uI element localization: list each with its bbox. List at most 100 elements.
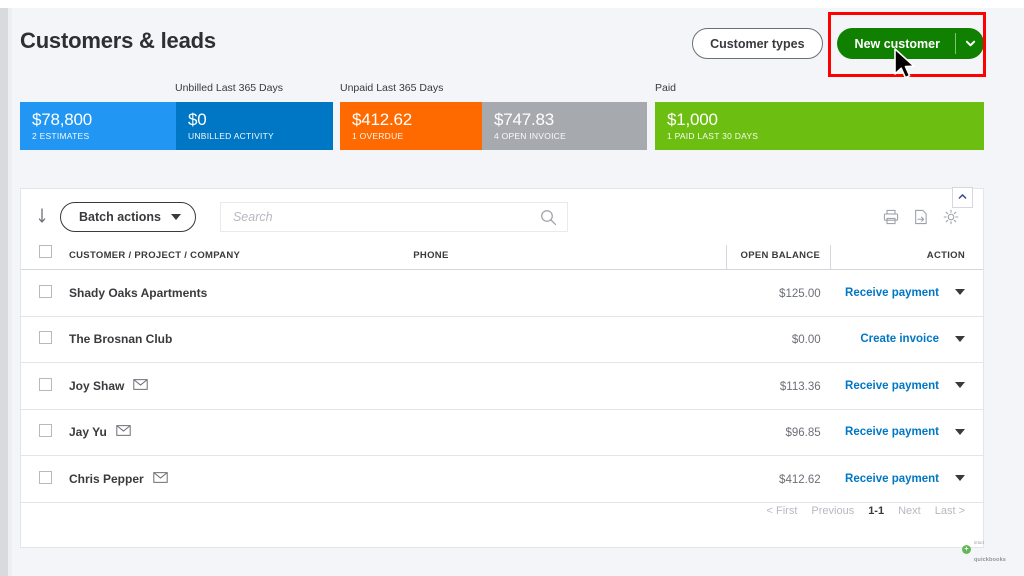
intuit-logo-mark: + (961, 544, 971, 554)
kpi-sublabel: 4 OPEN INVOICE (494, 130, 566, 141)
row-phone-cell (413, 409, 727, 456)
search-icon[interactable] (540, 209, 557, 231)
row-action-cell: Receive payment (830, 455, 983, 503)
column-header-action: ACTION (830, 245, 983, 270)
header-actions: Customer types New customer (692, 28, 984, 59)
row-phone-cell (413, 269, 727, 317)
row-customer-cell: Jay Yu (68, 409, 414, 456)
select-all-checkbox[interactable] (39, 245, 52, 258)
column-header-customer[interactable]: CUSTOMER / PROJECT / COMPANY (68, 245, 414, 270)
pagination-last[interactable]: Last > (935, 505, 965, 517)
table-row[interactable]: Chris Pepper $412.62 Receive payment (21, 455, 983, 503)
select-all-cell (21, 245, 69, 270)
page-title: Customers & leads (20, 28, 216, 53)
customer-name[interactable]: The Brosnan Club (69, 332, 172, 346)
table-row[interactable]: Joy Shaw $113.36 Receive payment (21, 362, 983, 410)
pagination-first[interactable]: < First (767, 505, 798, 517)
row-action-link[interactable]: Receive payment (845, 380, 939, 392)
customer-types-label: Customer types (710, 36, 805, 51)
kpi-label-1: Unpaid Last 365 Days (340, 82, 444, 94)
customer-name[interactable]: Chris Pepper (69, 472, 144, 486)
row-action-link[interactable]: Create invoice (860, 333, 939, 345)
kpi-amount: $1,000 (667, 110, 718, 130)
kpi-amount: $747.83 (494, 110, 555, 130)
table-toolbar: Batch actions (21, 189, 983, 245)
envelope-icon[interactable] (116, 425, 131, 439)
row-select-cell (21, 409, 69, 456)
row-checkbox[interactable] (39, 377, 52, 391)
customer-name[interactable]: Shady Oaks Apartments (69, 286, 207, 300)
kpi-segment-unbilled-0[interactable]: $78,800 2 ESTIMATES (20, 102, 176, 150)
export-icon[interactable] (913, 209, 929, 225)
row-action-caret-icon[interactable] (955, 382, 965, 389)
new-customer-label: New customer (854, 36, 940, 51)
column-header-open-balance[interactable]: OPEN BALANCE (725, 245, 831, 270)
row-checkbox[interactable] (39, 331, 52, 345)
new-customer-button[interactable]: New customer (837, 28, 955, 59)
kpi-sublabel: 2 ESTIMATES (32, 130, 90, 141)
row-action-caret-icon[interactable] (955, 289, 965, 296)
kpi-sublabel: UNBILLED ACTIVITY (188, 130, 274, 141)
row-select-cell (21, 269, 69, 317)
collapse-panel-button[interactable] (952, 187, 973, 208)
table-row[interactable]: Jay Yu $96.85 Receive payment (21, 409, 983, 456)
brand-quickbooks: quickbooks (973, 557, 1006, 564)
search-box[interactable] (219, 202, 568, 232)
row-checkbox[interactable] (39, 284, 52, 298)
row-customer-cell: The Brosnan Club (68, 316, 414, 363)
open-balance-value: $0.00 (791, 334, 821, 347)
row-customer-cell: Shady Oaks Apartments (68, 269, 414, 317)
new-customer-dropdown-toggle[interactable] (956, 28, 984, 59)
table-row[interactable]: The Brosnan Club $0.00 Create invoice (21, 316, 983, 363)
row-balance-cell: $96.85 (726, 409, 831, 456)
kpi-group-paid: $1,000 1 PAID LAST 30 DAYS (655, 102, 984, 150)
row-phone-cell (413, 316, 727, 363)
row-action-link[interactable]: Receive payment (845, 426, 939, 438)
printer-icon[interactable] (883, 209, 899, 225)
kpi-amount: $78,800 (32, 110, 93, 130)
row-action-caret-icon[interactable] (955, 428, 965, 436)
row-checkbox[interactable] (39, 424, 52, 438)
kpi-segment-paid-0[interactable]: $1,000 1 PAID LAST 30 DAYS (655, 102, 984, 150)
pagination-next[interactable]: Next (898, 505, 921, 517)
customer-name[interactable]: Jay Yu (69, 425, 107, 439)
customer-types-button[interactable]: Customer types (692, 28, 823, 59)
row-phone-cell (413, 362, 727, 410)
kpi-segment-unbilled-1[interactable]: $0 UNBILLED ACTIVITY (176, 102, 333, 150)
row-select-cell (21, 362, 69, 410)
kpi-amount: $0 (188, 110, 207, 130)
pagination: < First Previous 1-1 Next Last > (767, 505, 965, 517)
open-balance-value: $125.00 (779, 287, 821, 300)
chevron-up-icon (957, 189, 968, 207)
pagination-previous[interactable]: Previous (811, 505, 854, 517)
row-action-cell: Create invoice (830, 316, 983, 363)
row-action-cell: Receive payment (830, 269, 983, 317)
row-balance-cell: $125.00 (726, 269, 831, 317)
kpi-segment-unpaid-1[interactable]: $747.83 4 OPEN INVOICE (482, 102, 647, 150)
table-body: Shady Oaks Apartments $125.00 Receive paym… (21, 269, 983, 503)
customer-name[interactable]: Joy Shaw (69, 379, 124, 393)
search-input[interactable] (220, 203, 567, 231)
row-action-caret-icon[interactable] (955, 475, 965, 482)
intuit-quickbooks-logo: + intuit quickbooks (961, 532, 1006, 566)
customers-table: CUSTOMER / PROJECT / COMPANY PHONE OPEN … (21, 245, 983, 503)
row-action-link[interactable]: Receive payment (845, 473, 939, 485)
sort-down-arrow-icon[interactable] (39, 207, 52, 227)
new-customer-button-group[interactable]: New customer (836, 28, 984, 59)
table-row[interactable]: Shady Oaks Apartments $125.00 Receive paym… (21, 269, 983, 317)
row-customer-cell: Chris Pepper (68, 455, 414, 503)
envelope-icon[interactable] (152, 471, 168, 486)
envelope-icon[interactable] (133, 378, 149, 393)
pagination-current: 1-1 (868, 505, 885, 517)
batch-actions-button[interactable]: Batch actions (60, 202, 196, 232)
row-action-caret-icon[interactable] (955, 335, 965, 343)
column-header-phone[interactable]: PHONE (413, 245, 727, 270)
row-checkbox[interactable] (39, 470, 52, 484)
row-balance-cell: $0.00 (726, 316, 831, 363)
row-action-link[interactable]: Receive payment (845, 287, 939, 299)
app-screen: Customers & leads Customer types New cus… (0, 0, 1024, 576)
kpi-segment-unpaid-0[interactable]: $412.62 1 OVERDUE (340, 102, 482, 150)
gear-icon[interactable] (943, 209, 959, 225)
table-header-row: CUSTOMER / PROJECT / COMPANY PHONE OPEN … (21, 245, 983, 270)
open-balance-value: $412.62 (779, 473, 821, 486)
